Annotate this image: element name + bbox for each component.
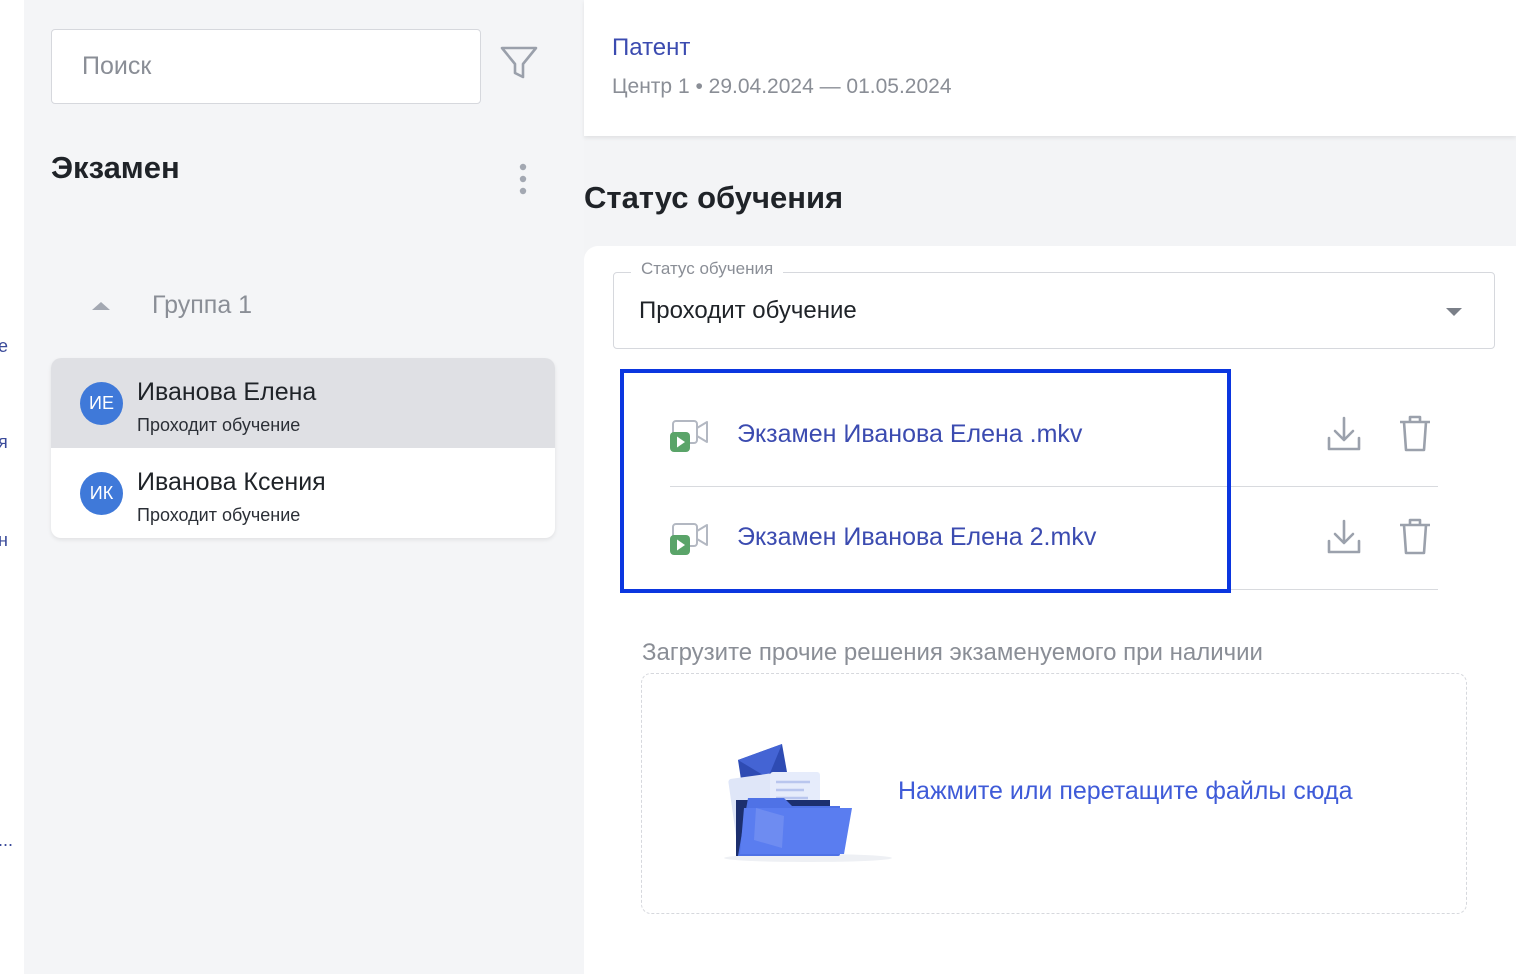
search-box	[51, 29, 481, 104]
page-title-link[interactable]: Патент	[612, 34, 690, 62]
file-link[interactable]: Экзамен Иванова Елена 2.mkv	[737, 523, 1096, 552]
nav-fragment[interactable]: я	[0, 432, 8, 453]
avatar: ИЕ	[80, 382, 123, 425]
avatar: ИК	[80, 472, 123, 515]
header-card: Патент Центр 1 • 29.04.2024 — 01.05.2024	[584, 0, 1516, 136]
status-select[interactable]: Статус обучения Проходит обучение	[613, 259, 1495, 349]
select-legend: Статус обучения	[631, 259, 784, 279]
kebab-menu-icon[interactable]	[512, 160, 534, 198]
filter-icon[interactable]	[498, 42, 540, 82]
user-name: Иванова Ксения	[137, 468, 326, 496]
video-file-icon	[670, 523, 708, 555]
section-title: Экзамен	[51, 150, 180, 185]
section-heading: Статус обучения	[584, 180, 844, 215]
caret-up-icon	[92, 302, 110, 310]
file-row: Экзамен Иванова Елена 2.mkv	[670, 487, 1438, 590]
nav-fragment[interactable]: ...	[0, 830, 13, 851]
upload-label: Загрузите прочие решения экзаменуемого п…	[642, 639, 1263, 666]
download-icon[interactable]	[1326, 415, 1362, 453]
user-list-item[interactable]: ИЕ Иванова Елена Проходит обучение	[51, 358, 555, 448]
trash-icon[interactable]	[1397, 413, 1433, 453]
main-card: Статус обучения Проходит обучение Экзаме…	[584, 246, 1516, 974]
user-status: Проходит обучение	[137, 505, 301, 525]
chevron-down-icon	[1446, 308, 1462, 316]
search-input[interactable]	[80, 51, 452, 82]
user-name: Иванова Елена	[137, 378, 317, 406]
video-file-icon	[670, 420, 708, 452]
nav-fragment[interactable]: е	[0, 336, 8, 357]
user-list-item[interactable]: ИК Иванова Ксения Проходит обучение	[51, 448, 555, 538]
download-icon[interactable]	[1326, 518, 1362, 556]
group-label: Группа 1	[152, 290, 253, 319]
file-row: Экзамен Иванова Елена .mkv	[670, 384, 1438, 487]
trash-icon[interactable]	[1397, 516, 1433, 556]
group-toggle[interactable]: Группа 1	[84, 285, 252, 325]
dropzone-text: Нажмите или перетащите файлы сюда	[898, 777, 1353, 805]
file-dropzone[interactable]: Нажмите или перетащите файлы сюда	[641, 673, 1467, 914]
user-list: ИЕ Иванова Елена Проходит обучение ИК Ив…	[51, 358, 555, 538]
nav-fragment[interactable]: н	[0, 530, 8, 551]
folder-illustration	[724, 744, 892, 862]
side-nav-strip: е я н ...	[0, 0, 24, 974]
left-panel: Экзамен Группа 1 ИЕ Иванова Елена Проход…	[24, 0, 584, 974]
select-value: Проходит обучение	[639, 297, 857, 324]
user-status: Проходит обучение	[137, 415, 301, 435]
file-link[interactable]: Экзамен Иванова Елена .mkv	[737, 420, 1082, 449]
page-meta: Центр 1 • 29.04.2024 — 01.05.2024	[612, 75, 952, 98]
